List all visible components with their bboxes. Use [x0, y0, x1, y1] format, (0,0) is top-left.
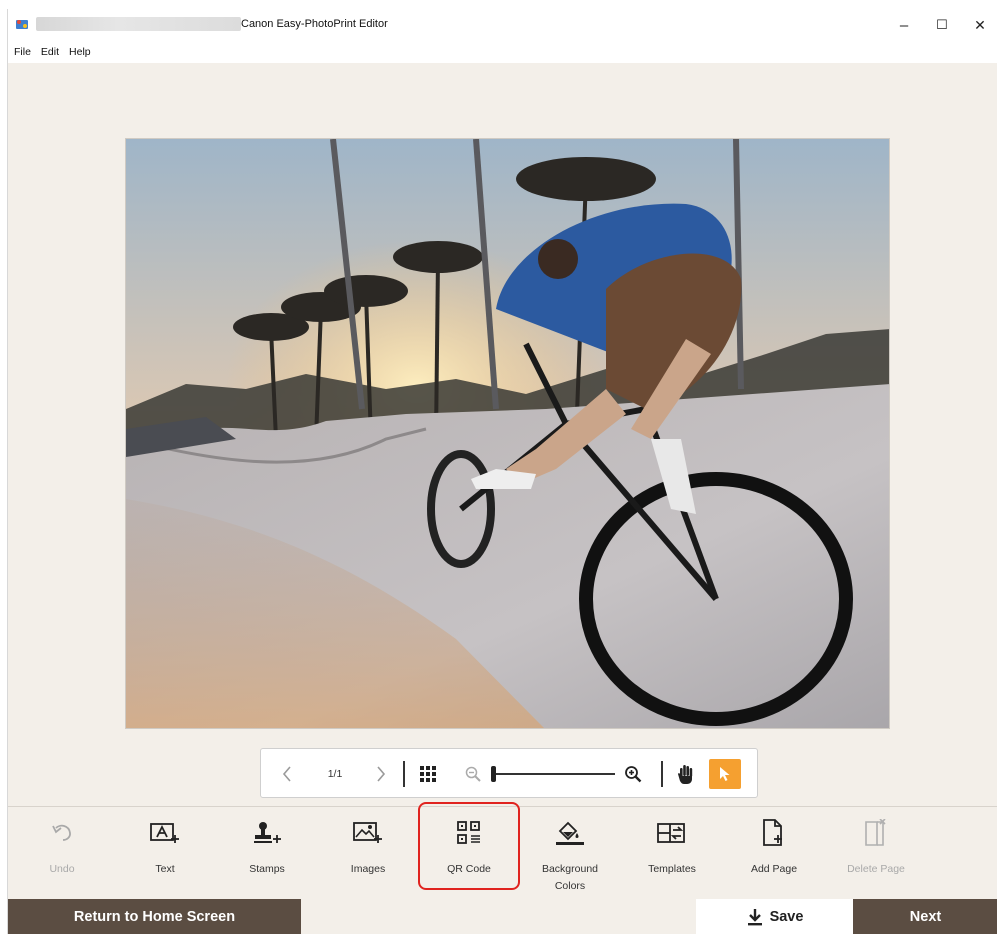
text-icon: [150, 819, 180, 847]
delete-page-button[interactable]: Delete Page: [833, 807, 919, 900]
minimize-button[interactable]: –: [889, 13, 919, 37]
separator: [661, 761, 663, 787]
photo-skatepark-bmx: [126, 139, 889, 728]
page-indicator: 1/1: [327, 768, 343, 780]
download-icon: [747, 908, 762, 925]
title-bar: Canon Easy-PhotoPrint Editor – ☐ ✕: [8, 9, 997, 41]
save-button[interactable]: Save: [696, 899, 853, 934]
undo-button[interactable]: Undo: [19, 807, 105, 900]
menu-bar: File Edit Help: [8, 41, 997, 63]
delete-page-icon: [861, 819, 891, 847]
action-bar: Return to Home Screen Save Next: [8, 899, 997, 934]
navigation-toolbar: 1/1: [260, 748, 758, 798]
images-icon: [353, 819, 383, 847]
background-colors-label: Background Colors: [541, 863, 599, 892]
paint-bucket-icon: [555, 819, 585, 847]
app-window: Canon Easy-PhotoPrint Editor – ☐ ✕ File …: [7, 9, 997, 934]
menu-file[interactable]: File: [14, 46, 31, 58]
background-colors-button[interactable]: Background Colors: [527, 807, 613, 900]
grid-view-icon[interactable]: [415, 749, 441, 799]
add-page-label: Add Page: [750, 863, 798, 875]
maximize-button[interactable]: ☐: [927, 13, 957, 37]
stamp-icon: [252, 819, 282, 847]
text-button[interactable]: Text: [122, 807, 208, 900]
zoom-out-icon[interactable]: [461, 749, 485, 799]
hand-pan-icon[interactable]: [673, 749, 699, 799]
qr-code-highlight-box: [418, 802, 520, 890]
pointer-select-icon[interactable]: [709, 759, 741, 789]
images-button[interactable]: Images: [325, 807, 411, 900]
text-label: Text: [155, 863, 175, 875]
zoom-in-icon[interactable]: [621, 749, 645, 799]
save-label: Save: [769, 908, 804, 925]
canvas-photo[interactable]: [125, 138, 890, 729]
menu-edit[interactable]: Edit: [41, 46, 59, 58]
app-logo-icon: [16, 20, 28, 29]
add-page-icon: [759, 819, 789, 847]
blurred-filename: [36, 17, 241, 31]
menu-help[interactable]: Help: [69, 46, 91, 58]
chevron-right-icon[interactable]: [369, 749, 393, 799]
close-button[interactable]: ✕: [965, 13, 995, 37]
return-home-button[interactable]: Return to Home Screen: [8, 899, 301, 934]
separator: [403, 761, 405, 787]
zoom-slider[interactable]: [489, 749, 619, 799]
undo-label: Undo: [49, 863, 75, 875]
delete-page-label: Delete Page: [847, 863, 905, 875]
images-label: Images: [350, 863, 386, 875]
window-title: Canon Easy-PhotoPrint Editor: [241, 18, 388, 30]
stamps-label: Stamps: [249, 863, 285, 875]
next-button[interactable]: Next: [853, 899, 997, 934]
templates-icon: [657, 819, 687, 847]
stamps-button[interactable]: Stamps: [224, 807, 310, 900]
templates-label: Templates: [648, 863, 696, 875]
templates-button[interactable]: Templates: [629, 807, 715, 900]
chevron-left-icon[interactable]: [275, 749, 299, 799]
undo-icon: [47, 819, 77, 847]
add-page-button[interactable]: Add Page: [731, 807, 817, 900]
